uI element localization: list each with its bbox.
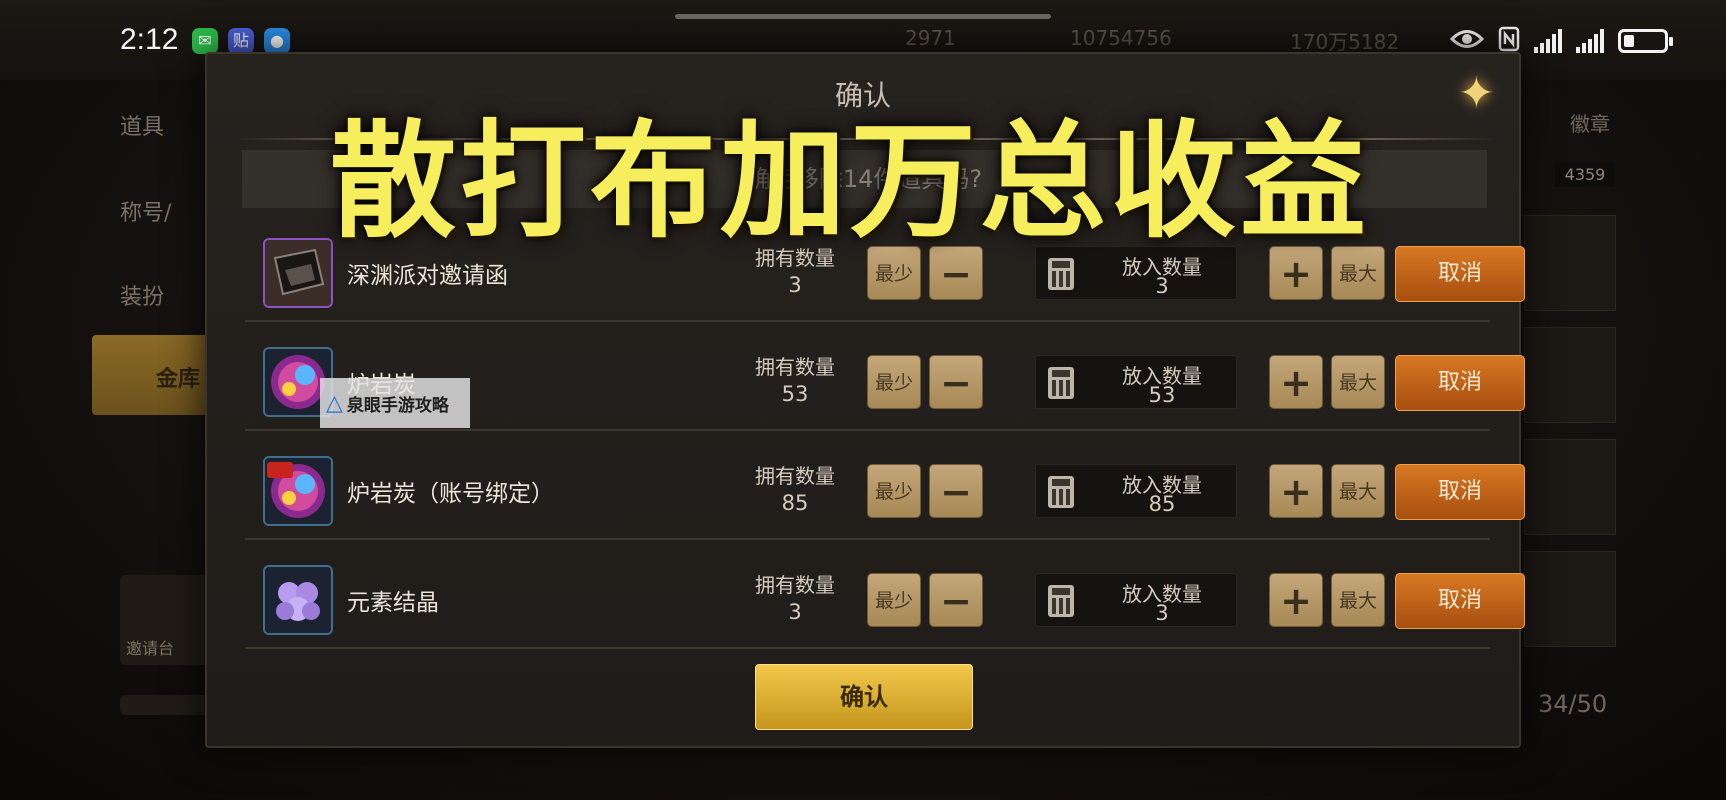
- inventory-slot[interactable]: [1524, 327, 1616, 423]
- sidebar-card[interactable]: [120, 695, 210, 715]
- sidebar-card[interactable]: 邀请台: [120, 575, 210, 665]
- calculator-icon[interactable]: [1048, 476, 1074, 508]
- row-divider: [245, 320, 1490, 322]
- max-button[interactable]: 最大: [1331, 464, 1385, 518]
- plus-button[interactable]: +: [1269, 573, 1323, 627]
- close-sparkle-icon[interactable]: ✦: [1458, 68, 1495, 119]
- right-tab[interactable]: 徽章: [1570, 108, 1610, 137]
- plus-button[interactable]: +: [1269, 464, 1323, 518]
- tieba-icon: 贴: [228, 28, 254, 54]
- item-name: 元素结晶: [347, 590, 439, 616]
- status-time: 2:12: [120, 23, 179, 56]
- slot-counter: 34/50: [1538, 690, 1608, 718]
- calculator-icon[interactable]: [1048, 585, 1074, 617]
- quantity-input[interactable]: 放入数量 85: [1035, 464, 1237, 518]
- plus-button[interactable]: +: [1269, 355, 1323, 409]
- wechat-icon: ✉: [192, 28, 218, 54]
- row-divider: [245, 647, 1490, 649]
- furnace-charcoal-bound-icon: [263, 456, 333, 526]
- inventory-slot[interactable]: [1524, 439, 1616, 535]
- owned-count: 拥有数量 85: [755, 464, 835, 515]
- item-name: 炉岩炭（账号绑定）: [347, 481, 554, 507]
- message-icon: ●: [264, 28, 290, 54]
- sidebar-tab-items[interactable]: 道具: [120, 109, 164, 141]
- owned-count: 拥有数量 53: [755, 355, 835, 406]
- eye-icon: [1449, 28, 1485, 54]
- cancel-button[interactable]: 取消: [1395, 355, 1525, 411]
- item-row: 炉岩炭（账号绑定） 拥有数量 85 最少 − 放入数量 85 + 最大 取消: [245, 434, 1525, 540]
- quantity-input[interactable]: 放入数量 53: [1035, 355, 1237, 409]
- max-button[interactable]: 最大: [1331, 573, 1385, 627]
- overlay-caption: 散打布加万总收益: [330, 108, 1370, 255]
- min-button[interactable]: 最少: [867, 464, 921, 518]
- inventory-slot[interactable]: [1524, 215, 1616, 311]
- sidebar-tab-title[interactable]: 称号/: [120, 195, 171, 227]
- inventory-slot[interactable]: [1524, 551, 1616, 647]
- watermark: △ 泉眼手游攻略: [320, 378, 470, 428]
- sidebar-tab-dress[interactable]: 装扮: [120, 279, 164, 311]
- minus-button[interactable]: −: [929, 464, 983, 518]
- confirm-button[interactable]: 确认: [755, 664, 973, 730]
- minus-button[interactable]: −: [929, 573, 983, 627]
- row-divider: [245, 538, 1490, 540]
- max-button[interactable]: 最大: [1331, 355, 1385, 409]
- min-button[interactable]: 最少: [867, 355, 921, 409]
- min-button[interactable]: 最少: [867, 573, 921, 627]
- cancel-button[interactable]: 取消: [1395, 464, 1525, 520]
- drag-handle[interactable]: [675, 14, 1051, 19]
- watermark-logo-icon: △: [326, 390, 343, 416]
- element-crystal-icon: [263, 565, 333, 635]
- calculator-icon[interactable]: [1048, 258, 1074, 290]
- background-sidebar: 道具 称号/ 装扮 金库 邀请台: [92, 95, 222, 715]
- cancel-button[interactable]: 取消: [1395, 246, 1525, 302]
- right-badge: 4359: [1555, 163, 1615, 187]
- row-divider: [245, 429, 1490, 431]
- calculator-icon[interactable]: [1048, 367, 1074, 399]
- signal-icon: [1534, 29, 1562, 53]
- quantity-input[interactable]: 放入数量 3: [1035, 573, 1237, 627]
- sidebar-tab-vault[interactable]: 金库: [92, 335, 214, 415]
- battery-icon: [1618, 29, 1673, 53]
- background-slots: [1520, 95, 1620, 715]
- signal-icon: [1576, 29, 1604, 53]
- invitation-letter-icon: [263, 238, 333, 308]
- owned-count: 拥有数量 3: [755, 573, 835, 624]
- cancel-button[interactable]: 取消: [1395, 573, 1525, 629]
- minus-button[interactable]: −: [929, 355, 983, 409]
- item-row: 元素结晶 拥有数量 3 最少 − 放入数量 3 + 最大 取消: [245, 543, 1525, 649]
